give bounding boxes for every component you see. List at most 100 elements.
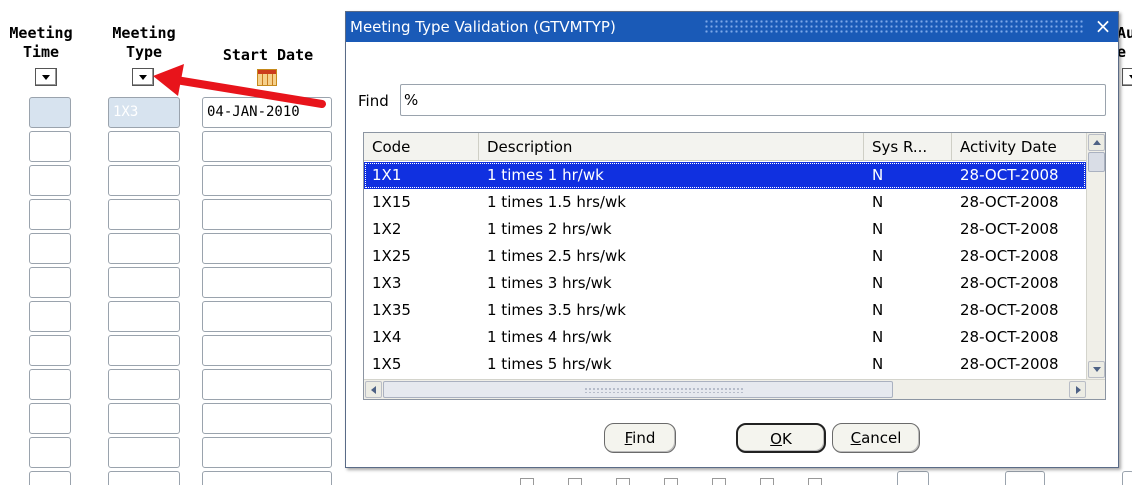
calendar-icon[interactable] <box>257 69 277 86</box>
meeting-type-header: Meeting Type <box>102 24 186 62</box>
form-checkbox[interactable] <box>568 478 582 485</box>
column-header-code[interactable]: Code <box>364 133 479 161</box>
meeting-time-cell[interactable] <box>29 97 71 128</box>
meeting-type-cell[interactable] <box>108 199 180 230</box>
meeting-time-header: Meeting Time <box>6 24 76 62</box>
start-date-cell[interactable] <box>202 199 332 230</box>
form-cell[interactable] <box>1122 471 1132 485</box>
start-date-cell[interactable] <box>202 165 332 196</box>
partial-column-header: Au e <box>1117 24 1132 62</box>
meeting-type-cell[interactable] <box>108 369 180 400</box>
table-row[interactable]: 1X5 1 times 5 hrs/wk N 28-OCT-2008 <box>364 351 1086 378</box>
meeting-type-cell[interactable] <box>108 165 180 196</box>
cell-description: 1 times 3.5 hrs/wk <box>487 301 626 319</box>
find-button-label: ind <box>632 429 656 447</box>
table-row[interactable]: 1X1 1 times 1 hr/wk N 28-OCT-2008 <box>364 162 1086 189</box>
start-date-cell[interactable] <box>202 437 332 468</box>
cell-sys: N <box>872 193 884 211</box>
meeting-time-cell[interactable] <box>29 437 71 468</box>
horizontal-scrollbar[interactable] <box>364 379 1105 399</box>
scroll-left-icon[interactable] <box>365 381 382 398</box>
vertical-scroll-thumb[interactable] <box>1088 152 1105 172</box>
meeting-type-cell[interactable] <box>108 335 180 366</box>
cell-sys: N <box>872 220 884 238</box>
meeting-type-cell[interactable] <box>108 301 180 332</box>
start-date-value: 04-JAN-2010 <box>207 104 300 120</box>
meeting-time-cell[interactable] <box>29 199 71 230</box>
meeting-time-cell[interactable] <box>29 233 71 264</box>
meeting-type-cell[interactable] <box>108 267 180 298</box>
start-date-cell[interactable] <box>202 267 332 298</box>
meeting-type-cell[interactable] <box>108 437 180 468</box>
table-row[interactable]: 1X2 1 times 2 hrs/wk N 28-OCT-2008 <box>364 216 1086 243</box>
form-checkbox[interactable] <box>712 478 726 485</box>
form-checkbox[interactable] <box>520 478 534 485</box>
form-checkbox[interactable] <box>616 478 630 485</box>
form-checkbox[interactable] <box>808 478 822 485</box>
titlebar-grip <box>704 19 1084 35</box>
table-row[interactable]: 1X35 1 times 3.5 hrs/wk N 28-OCT-2008 <box>364 297 1086 324</box>
cell-description: 1 times 1 hr/wk <box>487 166 604 184</box>
find-input[interactable]: % <box>400 84 1106 116</box>
cell-code: 1X3 <box>372 274 402 292</box>
close-icon[interactable]: × <box>1091 12 1115 42</box>
horizontal-scroll-thumb[interactable] <box>383 381 893 398</box>
find-button[interactable]: Find <box>604 423 676 453</box>
meeting-time-cell[interactable] <box>29 301 71 332</box>
meeting-time-cell[interactable] <box>29 267 71 298</box>
meeting-type-dropdown-button[interactable] <box>132 68 154 86</box>
column-header-sys-req[interactable]: Sys R... <box>864 133 952 161</box>
column-header-activity-date[interactable]: Activity Date <box>952 133 1086 161</box>
start-date-cell[interactable] <box>202 471 332 485</box>
ok-button[interactable]: OK <box>736 423 826 453</box>
meeting-time-cell[interactable] <box>29 369 71 400</box>
cell-activity-date: 28-OCT-2008 <box>960 274 1059 292</box>
scroll-grip <box>584 387 744 393</box>
dialog-title: Meeting Type Validation (GTVMTYP) <box>350 18 616 36</box>
table-row[interactable]: 1X25 1 times 2.5 hrs/wk N 28-OCT-2008 <box>364 243 1086 270</box>
form-checkbox[interactable] <box>760 478 774 485</box>
cell-sys: N <box>872 274 884 292</box>
meeting-type-cell[interactable] <box>108 403 180 434</box>
table-row[interactable]: 1X3 1 times 3 hrs/wk N 28-OCT-2008 <box>364 270 1086 297</box>
meeting-type-value: 1X3 <box>113 104 139 120</box>
meeting-time-cell[interactable] <box>29 403 71 434</box>
meeting-type-validation-dialog: Meeting Type Validation (GTVMTYP) × Find… <box>345 11 1119 468</box>
vertical-scrollbar[interactable] <box>1086 133 1105 380</box>
meeting-time-dropdown-button[interactable] <box>35 68 57 86</box>
start-date-cell[interactable] <box>202 403 332 434</box>
results-table: Code Description Sys R... Activity Date … <box>363 132 1106 400</box>
meeting-type-cell[interactable] <box>108 233 180 264</box>
start-date-cell[interactable] <box>202 335 332 366</box>
meeting-type-cell[interactable] <box>108 131 180 162</box>
scroll-up-icon[interactable] <box>1088 134 1105 151</box>
cell-activity-date: 28-OCT-2008 <box>960 355 1059 373</box>
meeting-time-cell[interactable] <box>29 131 71 162</box>
cell-description: 1 times 5 hrs/wk <box>487 355 612 373</box>
meeting-time-cell[interactable] <box>29 335 71 366</box>
meeting-time-cell[interactable] <box>29 471 71 485</box>
table-row[interactable]: 1X4 1 times 4 hrs/wk N 28-OCT-2008 <box>364 324 1086 351</box>
start-date-cell[interactable] <box>202 301 332 332</box>
partial-column-header-label: Au e <box>1117 24 1132 61</box>
column-header-description[interactable]: Description <box>479 133 864 161</box>
meeting-type-field[interactable]: 1X3 <box>108 97 180 128</box>
partial-dropdown-button[interactable] <box>1122 68 1132 86</box>
start-date-cell[interactable] <box>202 233 332 264</box>
dialog-titlebar[interactable]: Meeting Type Validation (GTVMTYP) × <box>346 12 1118 42</box>
form-checkbox[interactable] <box>664 478 678 485</box>
form-cell[interactable] <box>1005 471 1045 485</box>
find-label: Find <box>358 92 389 110</box>
table-header: Code Description Sys R... Activity Date <box>364 133 1105 161</box>
start-date-cell[interactable] <box>202 131 332 162</box>
cancel-button[interactable]: Cancel <box>832 423 920 453</box>
start-date-cell[interactable] <box>202 369 332 400</box>
meeting-type-cell[interactable] <box>108 471 180 485</box>
scroll-right-icon[interactable] <box>1069 381 1086 398</box>
scroll-down-icon[interactable] <box>1088 361 1105 378</box>
start-date-field[interactable]: 04-JAN-2010 <box>202 97 332 128</box>
cell-sys: N <box>872 247 884 265</box>
meeting-time-cell[interactable] <box>29 165 71 196</box>
form-cell[interactable] <box>897 471 929 485</box>
table-row[interactable]: 1X15 1 times 1.5 hrs/wk N 28-OCT-2008 <box>364 189 1086 216</box>
